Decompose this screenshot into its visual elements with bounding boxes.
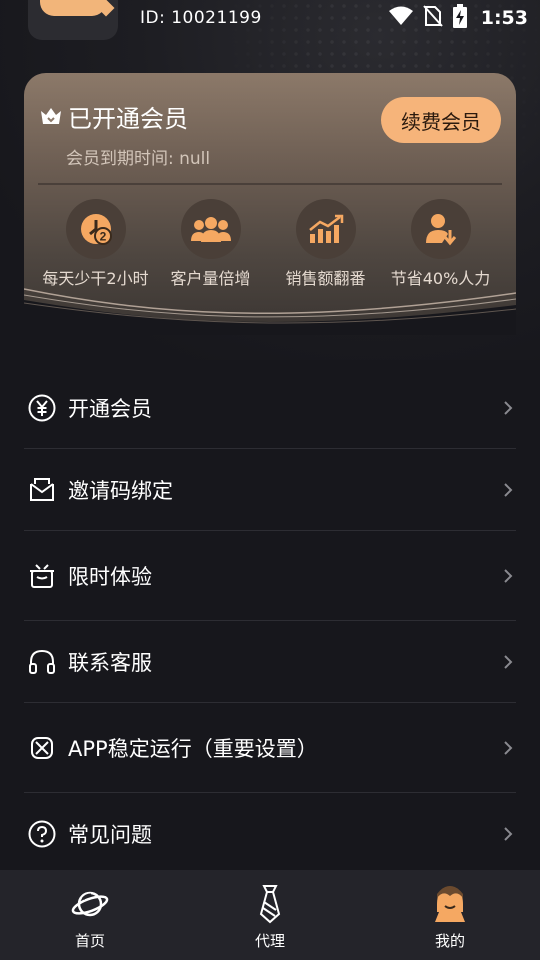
- user-id: ID: 10021199: [140, 8, 262, 28]
- benefit-label: 销售额翻番: [285, 269, 366, 288]
- yen-coin-icon: [27, 393, 57, 423]
- nav-label: 我的: [434, 932, 465, 950]
- nav-label: 代理: [254, 932, 285, 950]
- menu-label: 联系客服: [68, 650, 152, 675]
- menu-label: 限时体验: [68, 564, 152, 589]
- menu-label: 开通会员: [68, 396, 152, 421]
- mail-icon: [27, 475, 57, 505]
- benefit-item: 销售额翻番: [268, 199, 383, 289]
- menu-item-customer-service[interactable]: 联系客服: [24, 621, 516, 703]
- benefit-item: 2 每天少干2小时: [38, 199, 153, 289]
- nav-label: 首页: [74, 932, 105, 950]
- logo-bubble: [40, 0, 106, 16]
- benefit-label: 每天少干2小时: [42, 269, 149, 288]
- nav-item-mine[interactable]: 我的: [360, 870, 540, 960]
- tie-icon: [250, 884, 290, 924]
- member-card: 已开通会员 会员到期时间: null 续费会员 2 每天少干2小时 客户量倍增 …: [24, 73, 516, 335]
- menu-item-limited-trial[interactable]: 限时体验: [24, 531, 516, 621]
- group-icon: [180, 199, 241, 259]
- crown-icon: [40, 105, 62, 127]
- logo-text: 管家: [50, 0, 84, 1]
- benefit-label: 节省40%人力: [390, 269, 491, 288]
- chevron-right-icon: [504, 740, 513, 755]
- svg-text:2: 2: [99, 230, 106, 244]
- chevron-right-icon: [504, 400, 513, 415]
- bottom-nav: 首页 代理 我的: [0, 870, 540, 960]
- menu-label: 常见问题: [68, 823, 152, 847]
- benefit-label: 客户量倍增: [170, 269, 251, 288]
- user-down-icon: [410, 199, 471, 259]
- clock-2-icon: 2: [65, 199, 126, 259]
- avatar-icon: [430, 884, 470, 924]
- benefit-item: 节省40%人力: [383, 199, 498, 289]
- menu-item-faq[interactable]: 常见问题: [24, 793, 516, 875]
- status-bar: 1:53: [388, 4, 528, 32]
- menu-list: 开通会员 邀请码绑定 限时体验 联系客服 APP稳定运行（重要设置） 常见问题: [24, 367, 516, 875]
- app-logo: 管家: [28, 0, 118, 40]
- no-sim-icon: [422, 5, 443, 31]
- menu-item-app-stability[interactable]: APP稳定运行（重要设置）: [24, 703, 516, 793]
- planet-icon: [70, 884, 110, 924]
- menu-label: APP稳定运行（重要设置）: [68, 736, 318, 761]
- card-divider: [38, 183, 502, 185]
- chevron-right-icon: [504, 654, 513, 669]
- wifi-icon: [388, 6, 413, 30]
- benefit-item: 客户量倍增: [153, 199, 268, 289]
- member-status-title: 已开通会员: [68, 105, 188, 133]
- gift-box-icon: [27, 561, 57, 591]
- headset-icon: [27, 647, 57, 677]
- benefit-list: 2 每天少干2小时 客户量倍增 销售额翻番 节省40%人力: [24, 199, 516, 289]
- chevron-right-icon: [504, 827, 513, 841]
- battery-charging-icon: [452, 4, 467, 32]
- question-icon: [27, 819, 57, 849]
- chevron-right-icon: [504, 568, 513, 583]
- nav-item-agent[interactable]: 代理: [180, 870, 360, 960]
- growth-chart-icon: [295, 199, 356, 259]
- shield-check-icon: [27, 733, 57, 763]
- status-time: 1:53: [480, 7, 528, 29]
- chevron-right-icon: [504, 482, 513, 497]
- member-expire-text: 会员到期时间: null: [66, 149, 211, 169]
- menu-label: 邀请码绑定: [68, 478, 173, 503]
- menu-item-open-membership[interactable]: 开通会员: [24, 367, 516, 449]
- menu-item-invite-code[interactable]: 邀请码绑定: [24, 449, 516, 531]
- renew-member-button[interactable]: 续费会员: [381, 97, 501, 143]
- nav-item-home[interactable]: 首页: [0, 870, 180, 960]
